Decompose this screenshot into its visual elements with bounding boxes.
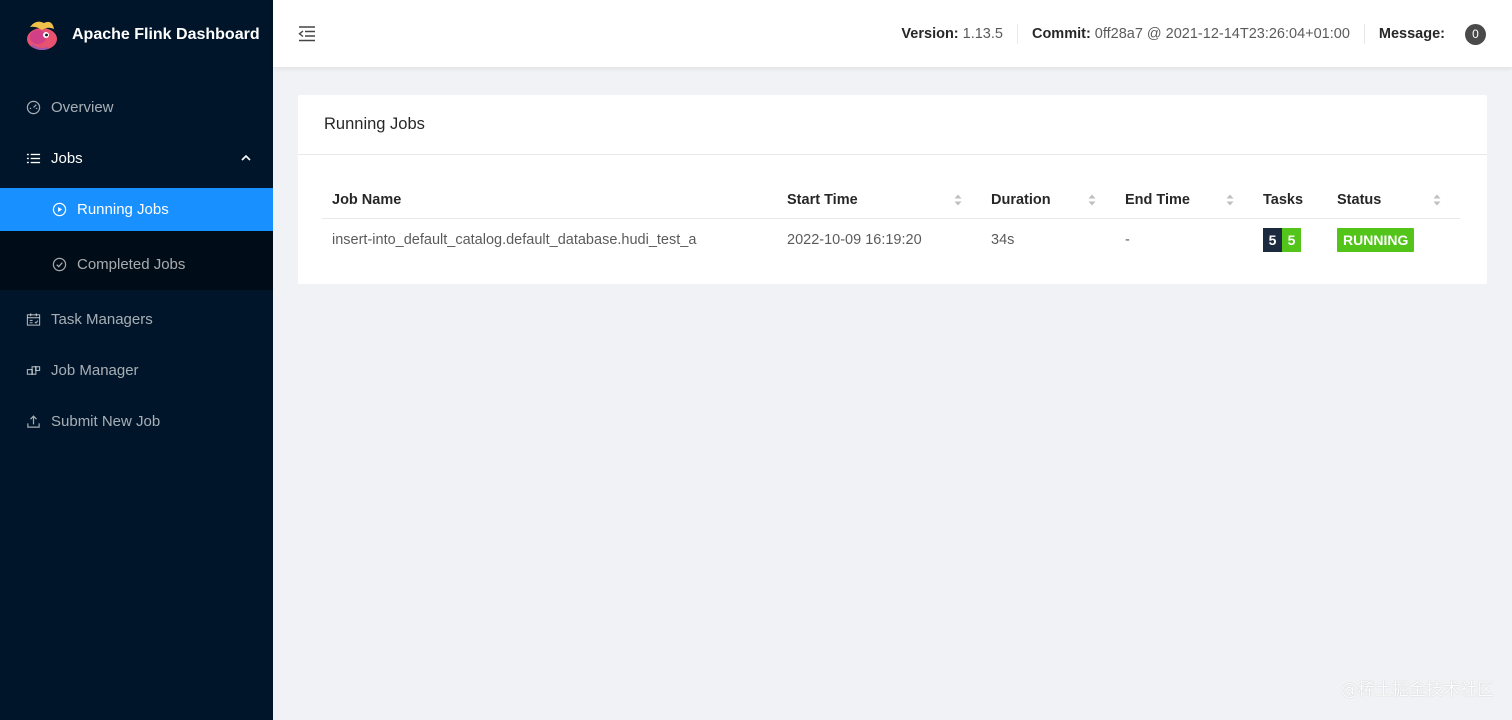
sort-icon[interactable] (1432, 193, 1442, 207)
jobs-table: Job Name Start Time Duration End Time Ta… (322, 180, 1460, 261)
start-time-cell: 2022-10-09 16:19:20 (787, 232, 922, 248)
duration-cell: 34s (991, 232, 1015, 248)
version-info: Version: 1.13.5 (887, 24, 1017, 44)
column-header-end-time[interactable]: End Time (1115, 180, 1253, 219)
status-cell: RUNNING (1327, 219, 1460, 261)
commit-value: 0ff28a7 @ 2021-12-14T23:26:04+01:00 (1094, 26, 1350, 42)
commit-label: Commit: (1031, 26, 1091, 42)
sidebar-item-label: Running Jobs (77, 201, 169, 218)
sidebar-item-label: Completed Jobs (77, 256, 186, 273)
sidebar: Apache Flink Dashboard Overview Jobs Run… (0, 0, 273, 720)
cluster-icon (24, 362, 42, 380)
column-header-label: Start Time (787, 191, 858, 208)
upload-icon (24, 413, 42, 431)
sidebar-menu: Overview Jobs Running Jobs Completed Job… (0, 86, 273, 443)
sort-icon[interactable] (953, 193, 963, 207)
sidebar-item-label: Task Managers (51, 311, 153, 328)
sidebar-item-running-jobs[interactable]: Running Jobs (0, 188, 273, 231)
sidebar-item-task-managers[interactable]: Task Managers (0, 298, 273, 341)
menu-fold-icon[interactable] (297, 24, 317, 44)
tasks-cell: 5 5 (1253, 219, 1327, 261)
check-circle-icon (50, 256, 68, 274)
message-info[interactable]: Message: 0 (1363, 23, 1500, 45)
column-header-label: Job Name (332, 191, 402, 208)
column-header-label: Duration (991, 191, 1051, 208)
tasks-running-badge: 5 (1282, 228, 1301, 252)
column-header-tasks: Tasks (1253, 180, 1327, 219)
status-badge: RUNNING (1337, 228, 1415, 252)
sidebar-item-label: Job Manager (51, 362, 139, 379)
table-row[interactable]: insert-into_default_catalog.default_data… (322, 219, 1460, 261)
sidebar-item-jobs[interactable]: Jobs (0, 137, 273, 180)
sort-icon[interactable] (1225, 193, 1235, 207)
job-name-cell[interactable]: insert-into_default_catalog.default_data… (322, 219, 777, 261)
message-count-badge[interactable]: 0 (1465, 23, 1486, 45)
column-header-start-time[interactable]: Start Time (777, 180, 981, 219)
column-header-label: Tasks (1263, 191, 1304, 208)
schedule-icon (24, 311, 42, 329)
version-label: Version: (901, 26, 959, 42)
tasks-total-badge: 5 (1263, 228, 1282, 252)
sidebar-item-label: Jobs (51, 150, 83, 167)
column-header-job-name[interactable]: Job Name (322, 180, 777, 219)
dashboard-icon (24, 99, 42, 117)
jobs-submenu: Running Jobs Completed Jobs (0, 188, 273, 290)
running-jobs-card: Running Jobs Job Name Start Time Duratio… (298, 95, 1487, 284)
table-header: Job Name Start Time Duration End Time Ta… (322, 180, 1460, 219)
play-circle-icon (50, 201, 68, 219)
flink-logo-icon (27, 21, 57, 50)
app-title: Apache Flink Dashboard (72, 26, 260, 43)
commit-info: Commit: 0ff28a7 @ 2021-12-14T23:26:04+01… (1016, 24, 1364, 44)
chevron-up-icon[interactable] (239, 151, 253, 165)
top-header: Version: 1.13.5 Commit: 0ff28a7 @ 2021-1… (273, 0, 1512, 68)
sidebar-item-job-manager[interactable]: Job Manager (0, 349, 273, 392)
sidebar-item-label: Overview (51, 99, 114, 116)
card-title: Running Jobs (298, 95, 1487, 155)
header-info: Version: 1.13.5 Commit: 0ff28a7 @ 2021-1… (887, 0, 1500, 68)
sidebar-item-label: Submit New Job (51, 413, 161, 430)
version-value: 1.13.5 (962, 26, 1003, 42)
sidebar-item-overview[interactable]: Overview (0, 86, 273, 129)
list-icon (24, 150, 42, 168)
message-label: Message: (1378, 26, 1445, 42)
column-header-label: Status (1337, 191, 1382, 208)
sidebar-item-completed-jobs[interactable]: Completed Jobs (0, 239, 273, 290)
sort-icon[interactable] (1087, 193, 1097, 207)
watermark: @稀土掘金技术社区 (1341, 680, 1494, 700)
column-header-duration[interactable]: Duration (981, 180, 1115, 219)
sidebar-item-submit-new-job[interactable]: Submit New Job (0, 400, 273, 443)
logo-area[interactable]: Apache Flink Dashboard (0, 0, 273, 70)
column-header-status[interactable]: Status (1327, 180, 1460, 219)
end-time-cell: - (1125, 232, 1130, 248)
task-status-badges: 5 5 (1263, 228, 1301, 252)
column-header-label: End Time (1125, 191, 1190, 208)
